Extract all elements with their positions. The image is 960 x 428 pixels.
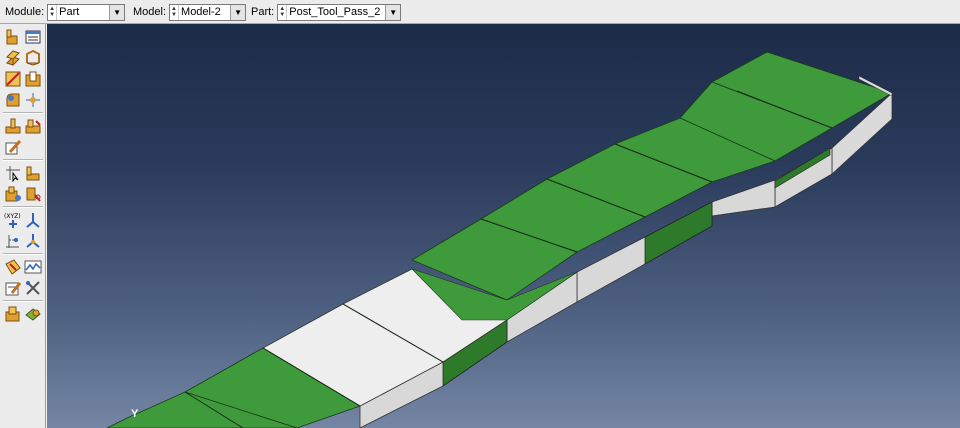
create-shell-icon[interactable] — [24, 49, 42, 67]
part-dropdown-arrow-icon[interactable]: ▼ — [385, 4, 401, 20]
create-datum-axis-icon[interactable] — [24, 185, 42, 203]
triad-y-label: Y — [131, 408, 139, 420]
geometry-edit-icon[interactable] — [24, 279, 42, 297]
repair-tool-icon[interactable] — [4, 258, 22, 276]
part-module-toolbox: (XYZ) — [0, 24, 46, 428]
datum-csys-icon[interactable] — [24, 211, 42, 229]
create-wire-icon[interactable] — [4, 70, 22, 88]
datum-point-xyz-icon[interactable]: (XYZ) — [4, 211, 22, 229]
model-viewport[interactable]: Y — [47, 24, 960, 428]
model-value: Model-2 — [181, 6, 221, 18]
part-manager-icon[interactable] — [24, 28, 42, 46]
part-label: Part: — [251, 6, 275, 18]
mesh-part-icon[interactable] — [24, 305, 42, 323]
query-icon[interactable] — [4, 164, 22, 182]
create-cut-icon[interactable] — [24, 70, 42, 88]
part-selector: Part: ▲ ▼ Post_Tool_Pass_2 ▼ — [251, 3, 402, 21]
datum-axis-csys-icon[interactable] — [24, 232, 42, 250]
create-reference-point-icon[interactable] — [24, 164, 42, 182]
sketch-icon[interactable] — [24, 258, 42, 276]
part-render — [106, 51, 893, 428]
module-value: Part — [59, 6, 80, 18]
create-datum-icon[interactable] — [24, 91, 42, 109]
toolbox-separator — [3, 300, 43, 302]
model-selector: Model: ▲ ▼ Model-2 ▼ — [133, 3, 247, 21]
part-value: Post_Tool_Pass_2 — [289, 6, 381, 18]
module-selector: Module: ▲ ▼ Part ▼ — [5, 3, 126, 21]
part-spinner-icon[interactable]: ▲ ▼ — [278, 4, 288, 20]
context-bar: Module: ▲ ▼ Part ▼ Model: ▲ ▼ Model-2 ▼ Pa… — [0, 0, 960, 24]
partition-cell-icon[interactable] — [24, 117, 42, 135]
partition-face-icon[interactable] — [4, 117, 22, 135]
toolbox-separator — [3, 112, 43, 114]
create-round-icon[interactable] — [4, 91, 22, 109]
model-spinner-icon[interactable]: ▲ ▼ — [170, 4, 180, 20]
datum-point-offset-icon[interactable] — [4, 232, 22, 250]
create-part-icon[interactable] — [4, 28, 22, 46]
feature-manager-icon[interactable] — [4, 279, 22, 297]
module-spinner-icon[interactable]: ▲ ▼ — [48, 4, 58, 20]
svg-text:(XYZ): (XYZ) — [4, 213, 21, 220]
part-combo[interactable]: ▲ ▼ Post_Tool_Pass_2 ▼ — [277, 3, 402, 21]
assembly-icon[interactable] — [4, 305, 22, 323]
toolbox-separator — [3, 206, 43, 208]
module-dropdown-arrow-icon[interactable]: ▼ — [109, 4, 125, 20]
create-solid-extrude-icon[interactable] — [4, 49, 22, 67]
create-datum-plane-icon[interactable] — [4, 185, 22, 203]
model-label: Model: — [133, 6, 167, 18]
toolbox-separator — [3, 253, 43, 255]
model-combo[interactable]: ▲ ▼ Model-2 ▼ — [169, 3, 247, 21]
module-combo[interactable]: ▲ ▼ Part ▼ — [47, 3, 126, 21]
model-dropdown-arrow-icon[interactable]: ▼ — [230, 4, 246, 20]
toolbox-separator — [3, 159, 43, 161]
bar-side-face — [711, 179, 776, 217]
module-label: Module: — [5, 6, 45, 18]
edit-feature-icon[interactable] — [4, 138, 22, 156]
